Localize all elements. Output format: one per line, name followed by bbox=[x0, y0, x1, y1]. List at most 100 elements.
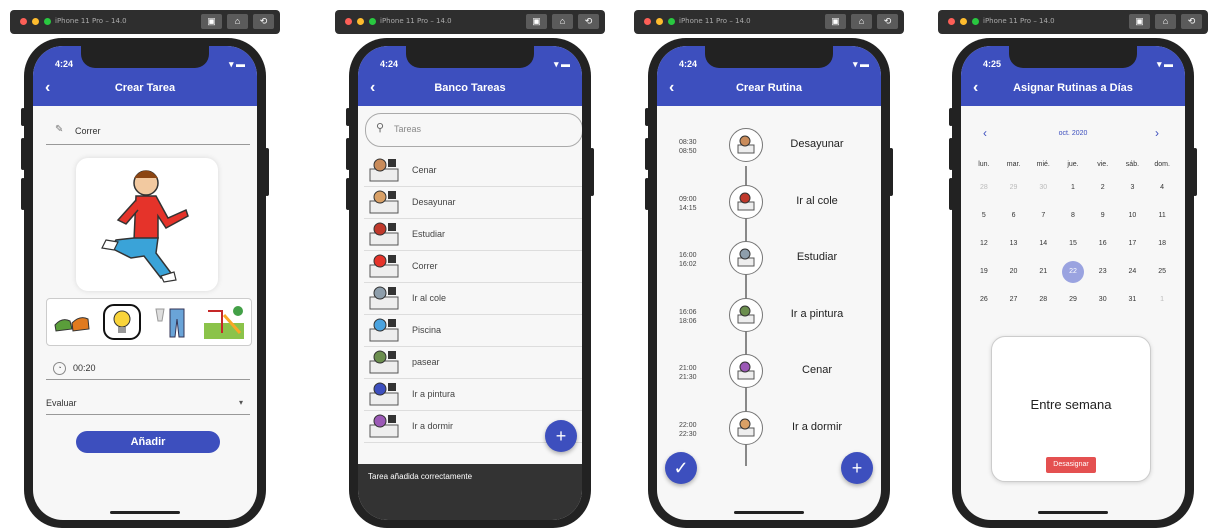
add-task-fab[interactable]: + bbox=[545, 420, 577, 452]
calendar-day[interactable]: 31 bbox=[1118, 286, 1148, 314]
rotate-icon[interactable]: ⟲ bbox=[877, 14, 898, 29]
close-dot[interactable] bbox=[345, 18, 352, 25]
confirm-fab[interactable]: ✓ bbox=[665, 452, 697, 484]
calendar-day[interactable]: 29 bbox=[1058, 286, 1088, 314]
routine-entry[interactable]: 16:00 16:02 Estudiar bbox=[657, 235, 881, 291]
list-item-label: pasear bbox=[412, 357, 440, 367]
calendar-day[interactable]: 12 bbox=[969, 230, 999, 258]
maximize-dot[interactable] bbox=[668, 18, 675, 25]
calendar-day[interactable]: 10 bbox=[1118, 202, 1148, 230]
maximize-dot[interactable] bbox=[44, 18, 51, 25]
add-entry-fab[interactable]: + bbox=[841, 452, 873, 484]
calendar-day[interactable]: 16 bbox=[1088, 230, 1118, 258]
home-icon[interactable]: ⌂ bbox=[227, 14, 248, 29]
evaluate-dropdown[interactable]: Evaluar bbox=[46, 398, 77, 408]
calendar-day[interactable]: 28 bbox=[969, 174, 999, 202]
calendar-day[interactable]: 17 bbox=[1118, 230, 1148, 258]
calendar-day[interactable]: 6 bbox=[999, 202, 1029, 230]
home-icon[interactable]: ⌂ bbox=[851, 14, 872, 29]
maximize-dot[interactable] bbox=[972, 18, 979, 25]
calendar-day[interactable]: 1 bbox=[1147, 286, 1177, 314]
calendar-day[interactable]: 25 bbox=[1147, 258, 1177, 286]
rotate-icon[interactable]: ⟲ bbox=[253, 14, 274, 29]
calendar-day[interactable]: 5 bbox=[969, 202, 999, 230]
routine-entry[interactable]: 21:00 21:30 Cenar bbox=[657, 348, 881, 404]
lightbulb-icon[interactable] bbox=[102, 303, 142, 341]
routine-entry[interactable]: 16:06 18:06 Ir a pintura bbox=[657, 292, 881, 348]
calendar-day[interactable]: 26 bbox=[969, 286, 999, 314]
calendar-day[interactable]: 11 bbox=[1147, 202, 1177, 230]
list-item[interactable]: Piscina bbox=[364, 314, 582, 347]
routine-card-title: Entre semana bbox=[1030, 397, 1112, 412]
routine-entry[interactable]: 09:00 14:15 Ir al cole bbox=[657, 179, 881, 235]
dropdown-arrow-icon[interactable]: ▾ bbox=[239, 398, 243, 407]
calendar-day[interactable]: 23 bbox=[1088, 258, 1118, 286]
month-label: oct. 2020 bbox=[1058, 130, 1088, 137]
calendar-day[interactable]: 27 bbox=[999, 286, 1029, 314]
home-icon[interactable]: ⌂ bbox=[552, 14, 573, 29]
calendar-day[interactable]: 29 bbox=[999, 174, 1029, 202]
calendar-day[interactable]: 3 bbox=[1118, 174, 1148, 202]
maximize-dot[interactable] bbox=[369, 18, 376, 25]
routine-card[interactable]: Entre semana Desasignar bbox=[991, 336, 1151, 482]
rotate-icon[interactable]: ⟲ bbox=[578, 14, 599, 29]
pictogram-strip[interactable] bbox=[46, 298, 252, 346]
weekday-label: mié. bbox=[1036, 161, 1050, 168]
calendar-day[interactable]: 19 bbox=[969, 258, 999, 286]
screenshot-icon[interactable]: ▣ bbox=[825, 14, 846, 29]
rotate-icon[interactable]: ⟲ bbox=[1181, 14, 1202, 29]
running-boy-icon bbox=[101, 170, 189, 283]
list-item[interactable]: Cenar bbox=[364, 154, 582, 187]
calendar-day[interactable]: 14 bbox=[1028, 230, 1058, 258]
clothes-icon[interactable] bbox=[152, 303, 192, 341]
screenshot-icon[interactable]: ▣ bbox=[1129, 14, 1150, 29]
close-dot[interactable] bbox=[948, 18, 955, 25]
task-picture[interactable] bbox=[76, 158, 218, 291]
calendar-day[interactable]: 8 bbox=[1058, 202, 1088, 230]
calendar-day[interactable]: 13 bbox=[999, 230, 1029, 258]
close-dot[interactable] bbox=[644, 18, 651, 25]
home-icon[interactable]: ⌂ bbox=[1155, 14, 1176, 29]
minimize-dot[interactable] bbox=[960, 18, 967, 25]
next-month-icon[interactable]: › bbox=[1155, 126, 1159, 140]
status-time: 4:24 bbox=[380, 59, 399, 69]
unassign-button[interactable]: Desasignar bbox=[1046, 457, 1096, 473]
list-item[interactable]: Correr bbox=[364, 250, 582, 283]
calendar-day[interactable]: 20 bbox=[999, 258, 1029, 286]
calendar-day[interactable]: 30 bbox=[1088, 286, 1118, 314]
list-item[interactable]: Ir a pintura bbox=[364, 378, 582, 411]
calendar-day[interactable]: 15 bbox=[1058, 230, 1088, 258]
minimize-dot[interactable] bbox=[357, 18, 364, 25]
close-dot[interactable] bbox=[20, 18, 27, 25]
entry-name: Ir al cole bbox=[796, 194, 838, 207]
list-item[interactable]: Ir al cole bbox=[364, 282, 582, 315]
search-input[interactable]: ⚲ Tareas bbox=[365, 113, 582, 147]
add-button[interactable]: Añadir bbox=[76, 431, 220, 453]
list-item[interactable]: Desayunar bbox=[364, 186, 582, 219]
calendar-day[interactable]: 28 bbox=[1028, 286, 1058, 314]
list-item-label: Ir a pintura bbox=[412, 389, 456, 399]
minimize-dot[interactable] bbox=[656, 18, 663, 25]
search-placeholder: Tareas bbox=[394, 124, 422, 134]
playground-icon[interactable] bbox=[202, 303, 246, 341]
calendar-day[interactable]: 4 bbox=[1147, 174, 1177, 202]
calendar-day[interactable]: 2 bbox=[1088, 174, 1118, 202]
calendar-day[interactable]: 1 bbox=[1058, 174, 1088, 202]
screenshot-icon[interactable]: ▣ bbox=[201, 14, 222, 29]
calendar-day[interactable]: 24 bbox=[1118, 258, 1148, 286]
shoes-icon[interactable] bbox=[52, 307, 92, 337]
calendar-day[interactable]: 30 bbox=[1028, 174, 1058, 202]
list-item[interactable]: pasear bbox=[364, 346, 582, 379]
calendar-day[interactable]: 18 bbox=[1147, 230, 1177, 258]
list-item[interactable]: Estudiar bbox=[364, 218, 582, 251]
calendar-day[interactable]: 9 bbox=[1088, 202, 1118, 230]
routine-entry[interactable]: 22:00 22:30 Ir a dormir bbox=[657, 405, 881, 461]
screenshot-icon[interactable]: ▣ bbox=[526, 14, 547, 29]
task-name-input[interactable]: Correr bbox=[75, 126, 101, 136]
calendar-day-selected[interactable]: 22 bbox=[1058, 258, 1088, 286]
duration-input[interactable]: 00:20 bbox=[73, 363, 96, 373]
calendar-day[interactable]: 7 bbox=[1028, 202, 1058, 230]
routine-entry[interactable]: 08:30 08:50 Desayunar bbox=[657, 122, 881, 178]
minimize-dot[interactable] bbox=[32, 18, 39, 25]
calendar-day[interactable]: 21 bbox=[1028, 258, 1058, 286]
